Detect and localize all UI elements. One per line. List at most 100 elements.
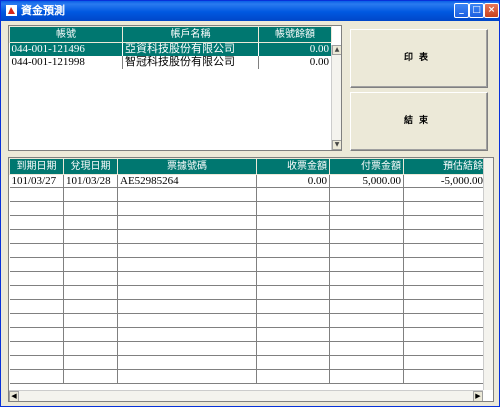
empty-cell (63, 243, 118, 258)
transactions-vertical-scrollbar[interactable] (483, 158, 493, 390)
scroll-left-icon[interactable]: ◀ (9, 391, 19, 401)
app-icon (6, 5, 17, 16)
empty-cell (117, 229, 257, 244)
empty-row[interactable] (9, 201, 486, 216)
column-header-pay-amount[interactable]: 付票金額 (329, 158, 404, 175)
empty-row[interactable] (9, 313, 486, 328)
empty-cell (256, 215, 330, 230)
estimated-balance-cell: -5,000.00 (403, 174, 486, 188)
transactions-horizontal-scrollbar[interactable]: ◀ ▶ (9, 390, 483, 401)
account-name: 智冠科技股份有限公司 (122, 55, 259, 69)
empty-row[interactable] (9, 229, 486, 244)
minimize-icon[interactable]: _ (454, 3, 469, 18)
column-header-account[interactable]: 帳號 (9, 26, 123, 43)
empty-cell (63, 285, 118, 300)
close-icon[interactable]: × (484, 3, 499, 18)
empty-cell (9, 341, 64, 356)
maximize-icon[interactable]: □ (469, 3, 484, 18)
window-title: 資金預測 (21, 4, 65, 17)
empty-cell (256, 187, 330, 202)
empty-cell (403, 229, 486, 244)
empty-cell (403, 327, 486, 342)
empty-cell (256, 355, 330, 370)
accounts-vertical-scrollbar[interactable]: ▲ ▼ (331, 45, 341, 150)
empty-row[interactable] (9, 355, 486, 370)
accounts-grid[interactable]: 帳號 帳戶名稱 帳號餘額 044-001-121496 亞資科技股份有限公司 0.0… (8, 25, 342, 151)
empty-row[interactable] (9, 257, 486, 272)
empty-cell (403, 355, 486, 370)
exit-button[interactable]: 結束 (350, 92, 488, 151)
cash-date-cell: 101/03/28 (63, 174, 118, 188)
column-header-account-name[interactable]: 帳戶名稱 (122, 26, 259, 43)
account-number: 044-001-121496 (9, 42, 123, 56)
empty-cell (63, 369, 118, 384)
transaction-row[interactable]: 101/03/27 101/03/28 AE52985264 0.00 5,000.00… (9, 174, 486, 188)
empty-row[interactable] (9, 243, 486, 258)
empty-cell (329, 243, 404, 258)
empty-cell (403, 187, 486, 202)
empty-cell (256, 313, 330, 328)
empty-cell (329, 215, 404, 230)
empty-cell (63, 355, 118, 370)
empty-cell (329, 369, 404, 384)
empty-cell (63, 299, 118, 314)
column-header-due-date[interactable]: 到期日期 (9, 158, 64, 175)
empty-row[interactable] (9, 271, 486, 286)
empty-cell (63, 187, 118, 202)
empty-cell (403, 201, 486, 216)
empty-cell (329, 201, 404, 216)
empty-cell (256, 285, 330, 300)
scroll-down-icon[interactable]: ▼ (332, 140, 341, 150)
main-window: 資金預測 _ □ × 帳號 帳戶名稱 帳號餘額 044-001-121496 亞資… (0, 0, 500, 407)
print-button[interactable]: 印表 (350, 29, 488, 88)
scroll-up-icon[interactable]: ▲ (332, 45, 341, 55)
empty-cell (329, 355, 404, 370)
column-header-receive-amount[interactable]: 收票金額 (256, 158, 330, 175)
empty-cell (256, 201, 330, 216)
empty-row[interactable] (9, 341, 486, 356)
empty-cell (9, 271, 64, 286)
empty-cell (403, 313, 486, 328)
account-row[interactable]: 044-001-121496 亞資科技股份有限公司 0.00 (9, 42, 332, 56)
empty-row[interactable] (9, 187, 486, 202)
empty-cell (63, 201, 118, 216)
empty-cell (256, 341, 330, 356)
scroll-right-icon[interactable]: ▶ (473, 391, 483, 401)
transactions-grid[interactable]: 到期日期 兌現日期 票據號碼 收票金額 付票金額 預估結餘 101/03/27 1… (8, 157, 494, 402)
empty-cell (9, 257, 64, 272)
empty-row[interactable] (9, 299, 486, 314)
empty-cell (117, 313, 257, 328)
title-bar[interactable]: 資金預測 _ □ × (1, 1, 499, 21)
empty-cell (9, 187, 64, 202)
empty-cell (329, 341, 404, 356)
empty-cell (9, 299, 64, 314)
empty-row[interactable] (9, 215, 486, 230)
empty-cell (329, 271, 404, 286)
empty-cell (256, 327, 330, 342)
empty-cell (117, 243, 257, 258)
empty-cell (403, 243, 486, 258)
empty-cell (117, 271, 257, 286)
empty-cell (117, 257, 257, 272)
empty-cell (9, 285, 64, 300)
empty-cell (329, 327, 404, 342)
empty-row[interactable] (9, 285, 486, 300)
account-name: 亞資科技股份有限公司 (122, 42, 259, 56)
empty-cell (63, 229, 118, 244)
column-header-cash-date[interactable]: 兌現日期 (63, 158, 118, 175)
empty-row[interactable] (9, 369, 486, 384)
empty-cell (9, 327, 64, 342)
empty-cell (329, 187, 404, 202)
column-header-balance[interactable]: 帳號餘額 (258, 26, 332, 43)
empty-cell (403, 285, 486, 300)
column-header-estimated-balance[interactable]: 預估結餘 (403, 158, 486, 175)
pay-amount-cell: 5,000.00 (329, 174, 404, 188)
due-date-cell: 101/03/27 (9, 174, 64, 188)
empty-cell (9, 229, 64, 244)
account-balance: 0.00 (258, 42, 332, 56)
empty-cell (403, 271, 486, 286)
empty-cell (329, 313, 404, 328)
empty-row[interactable] (9, 327, 486, 342)
account-row[interactable]: 044-001-121998 智冠科技股份有限公司 0.00 (9, 55, 332, 69)
column-header-note-number[interactable]: 票據號碼 (117, 158, 257, 175)
